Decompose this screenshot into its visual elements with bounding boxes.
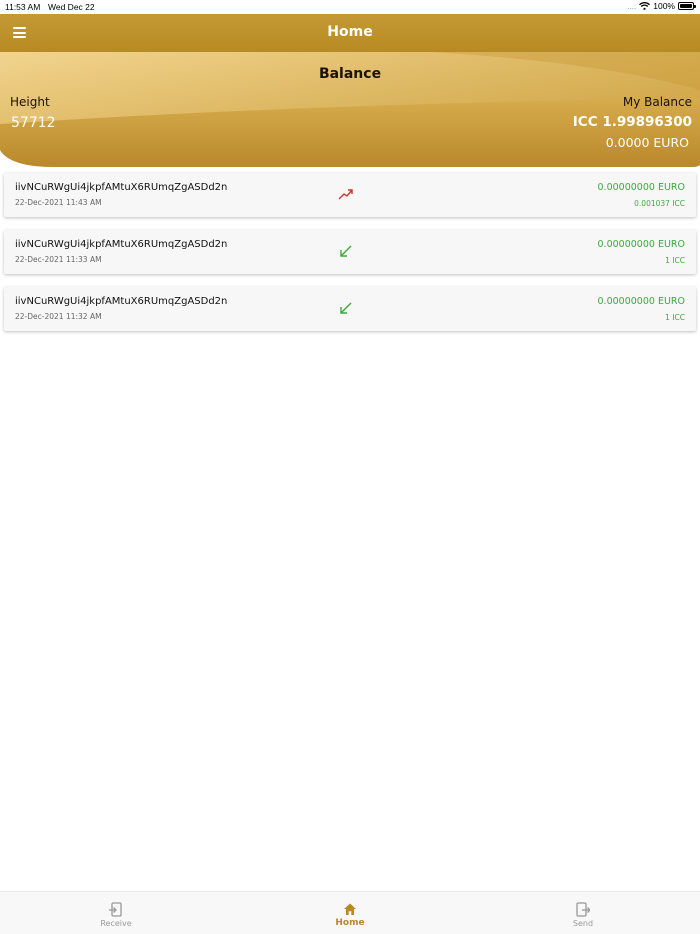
tab-send[interactable]: Send	[543, 892, 623, 934]
transaction-euro-amount: 0.00000000 EURO	[597, 296, 685, 307]
tab-receive[interactable]: Receive	[76, 892, 156, 934]
wifi-icon	[639, 2, 651, 10]
my-balance-label: My Balance	[622, 95, 692, 109]
height-label: Height	[10, 95, 50, 109]
euro-balance-value: 0.0000 EURO	[605, 135, 689, 150]
arrow-down-left-icon	[340, 245, 352, 257]
transaction-date: 22-Dec-2021 11:33 AM	[15, 255, 102, 264]
battery-percent: 100%	[653, 1, 675, 11]
transaction-date: 22-Dec-2021 11:43 AM	[15, 198, 102, 207]
battery-icon	[678, 2, 696, 10]
height-value: 57712	[11, 115, 56, 131]
arrow-down-left-icon	[340, 302, 352, 314]
status-time: 11:53 AM	[5, 2, 41, 12]
home-icon	[344, 903, 356, 915]
transaction-address: iivNCuRWgUi4jkpfAMtuX6RUmqZgASDd2n	[15, 296, 228, 307]
send-icon	[576, 902, 590, 917]
tab-receive-label: Receive	[100, 919, 132, 928]
transaction-date: 22-Dec-2021 11:32 AM	[15, 312, 102, 321]
transaction-row[interactable]: iivNCuRWgUi4jkpfAMtuX6RUmqZgASDd2n 22-De…	[4, 173, 696, 217]
tab-home-label: Home	[335, 918, 365, 928]
status-indicators: .... 100%	[627, 1, 696, 11]
trending-up-arrow-icon	[338, 189, 353, 200]
signal-icon: ....	[627, 1, 637, 11]
page-title: Home	[327, 24, 373, 40]
tab-send-label: Send	[572, 919, 594, 928]
status-bar: 11:53 AM Wed Dec 22 .... 100%	[0, 0, 700, 14]
transaction-row[interactable]: iivNCuRWgUi4jkpfAMtuX6RUmqZgASDd2n 22-De…	[4, 230, 696, 274]
nav-bar: Home	[0, 14, 700, 52]
balance-header: Balance Height 57712 My Balance ICC 1.99…	[0, 52, 700, 167]
transaction-icc-amount: 0.001037 ICC	[634, 199, 685, 208]
transaction-euro-amount: 0.00000000 EURO	[597, 182, 685, 193]
balance-title: Balance	[318, 66, 382, 82]
transaction-icc-amount: 1 ICC	[665, 313, 685, 322]
transaction-address: iivNCuRWgUi4jkpfAMtuX6RUmqZgASDd2n	[15, 239, 228, 250]
icc-balance-value: ICC 1.99896300	[572, 114, 692, 130]
receive-icon	[109, 902, 122, 917]
tab-home[interactable]: Home	[310, 892, 390, 934]
transaction-row[interactable]: iivNCuRWgUi4jkpfAMtuX6RUmqZgASDd2n 22-De…	[4, 287, 696, 331]
transaction-address: iivNCuRWgUi4jkpfAMtuX6RUmqZgASDd2n	[15, 182, 228, 193]
transaction-euro-amount: 0.00000000 EURO	[597, 239, 685, 250]
transaction-list: iivNCuRWgUi4jkpfAMtuX6RUmqZgASDd2n 22-De…	[4, 173, 696, 344]
bottom-tab-bar: Receive Home Send	[0, 891, 700, 934]
transaction-icc-amount: 1 ICC	[665, 256, 685, 265]
status-date: Wed Dec 22	[48, 2, 95, 12]
